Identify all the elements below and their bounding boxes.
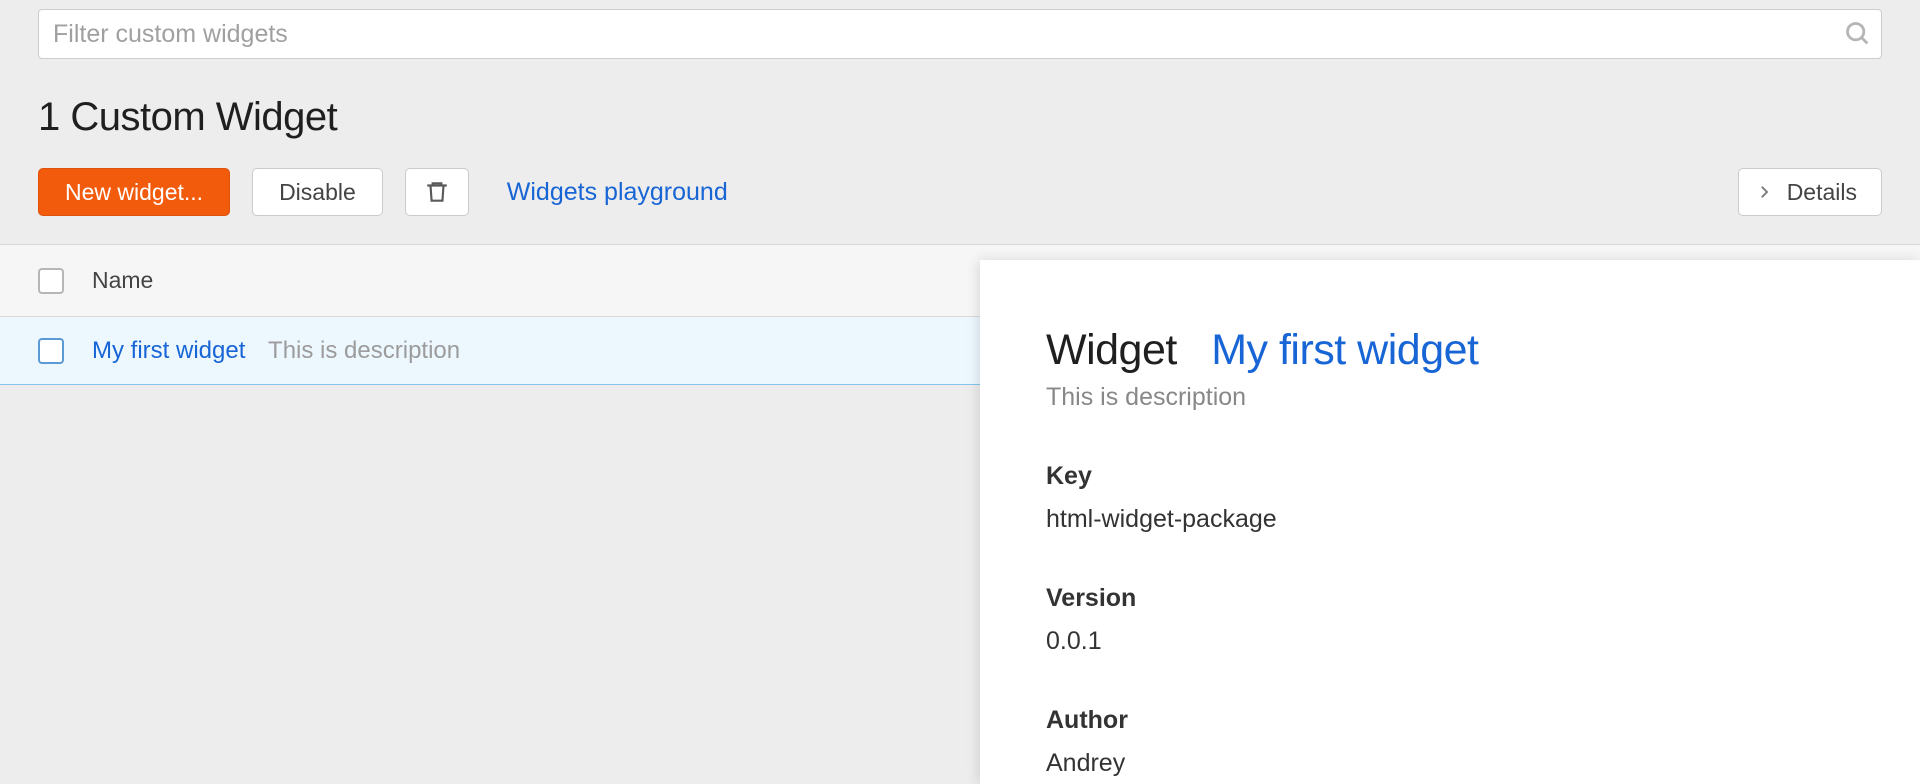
filter-input[interactable] <box>38 9 1882 59</box>
details-panel: Widget My first widget This is descripti… <box>980 260 1920 784</box>
filter-box <box>38 9 1882 59</box>
delete-button[interactable] <box>405 168 469 216</box>
details-version-label: Version <box>1046 584 1920 613</box>
chevron-right-icon <box>1755 183 1773 201</box>
row-checkbox[interactable] <box>38 338 64 364</box>
details-version-value: 0.0.1 <box>1046 627 1920 656</box>
details-key-value: html-widget-package <box>1046 505 1920 534</box>
search-icon <box>1844 20 1872 48</box>
toolbar: New widget... Disable Widgets playground… <box>0 140 1920 244</box>
new-widget-button[interactable]: New widget... <box>38 168 230 216</box>
disable-button[interactable]: Disable <box>252 168 383 216</box>
details-author-value: Andrey <box>1046 749 1920 778</box>
details-button-label: Details <box>1787 179 1857 206</box>
details-toggle-button[interactable]: Details <box>1738 168 1882 216</box>
page-title: 1 Custom Widget <box>0 59 1920 140</box>
widget-name-link[interactable]: My first widget <box>92 337 245 364</box>
widget-description: This is description <box>268 337 460 364</box>
select-all-checkbox[interactable] <box>38 268 64 294</box>
trash-icon <box>424 179 450 205</box>
details-key-label: Key <box>1046 462 1920 491</box>
widgets-playground-link[interactable]: Widgets playground <box>491 178 728 207</box>
details-description: This is description <box>1046 383 1920 412</box>
details-widget-name-link[interactable]: My first widget <box>1211 326 1478 374</box>
details-heading-prefix: Widget <box>1046 326 1177 374</box>
details-author-label: Author <box>1046 706 1920 735</box>
